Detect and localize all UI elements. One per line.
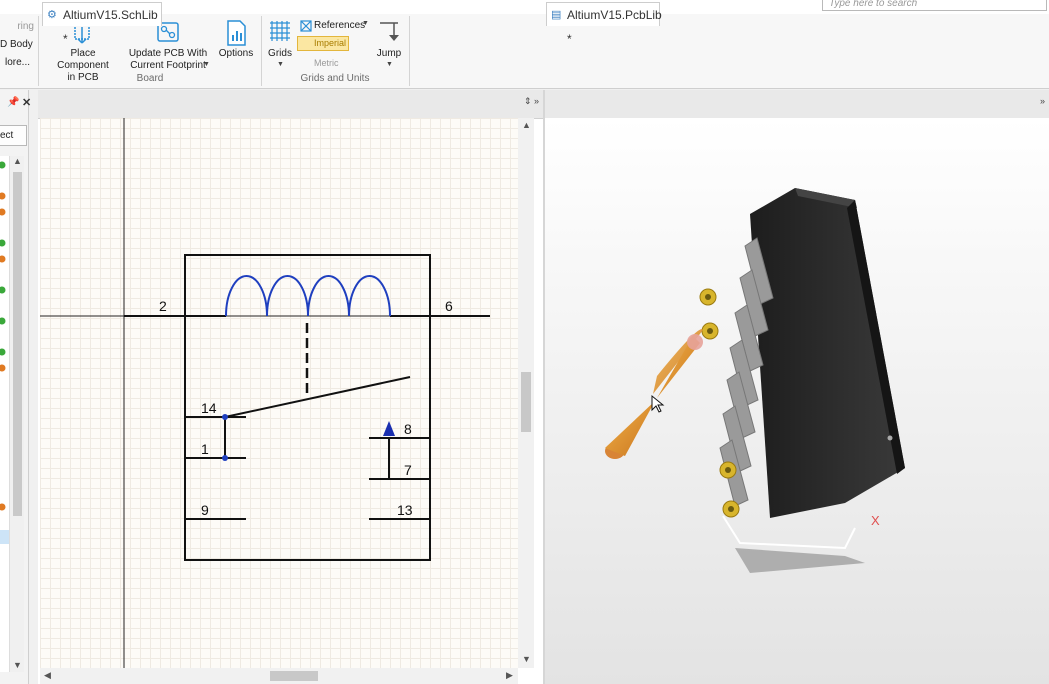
options-icon — [227, 20, 246, 46]
jump-icon — [380, 22, 399, 41]
tab-menu-icon[interactable]: » — [534, 96, 539, 106]
grids-button[interactable]: Grids ▼ — [264, 16, 296, 74]
contact-arm — [224, 376, 411, 418]
junction-dot — [222, 414, 228, 420]
group-label-board: Board — [136, 73, 164, 84]
pin-number-7: 7 — [404, 462, 412, 478]
pin-number-1: 1 — [201, 441, 209, 457]
pin-number-9: 9 — [201, 502, 209, 518]
junction-dot — [222, 455, 228, 461]
update-pcb-label: Update PCB With Current Footprint — [128, 48, 208, 71]
scroll-thumb[interactable] — [13, 172, 22, 516]
shadow — [735, 548, 865, 573]
select-button[interactable]: ect — [0, 125, 27, 146]
tab-pcblib[interactable]: ▤ AltiumV15.PcbLib * — [546, 2, 662, 46]
axis-cone-lower-shaft — [605, 401, 655, 456]
pin-number-13: 13 — [397, 502, 413, 518]
axis-label-x: X — [871, 513, 880, 528]
ribbon-separator — [261, 16, 262, 86]
imperial-toggle[interactable]: Imperial — [297, 36, 349, 51]
panel-header: 📌 ✕ — [0, 97, 36, 111]
relay-symbol — [40, 118, 490, 668]
sch-tabbar — [38, 90, 543, 119]
metric-toggle[interactable]: Metric — [314, 57, 339, 69]
grids-label: Grids — [268, 48, 292, 59]
scroll-down-icon[interactable]: ▼ — [522, 654, 531, 664]
tab-scroll-icon[interactable]: ⇕ — [524, 96, 532, 107]
cursor-icon — [651, 394, 665, 413]
tab-menu-icon[interactable]: » — [1040, 96, 1045, 106]
pin-icon[interactable]: 📌 — [7, 97, 19, 108]
search-input[interactable]: Type here to search — [822, 0, 1047, 11]
axis-cone-tip — [687, 334, 703, 350]
ribbon-separator — [38, 16, 39, 86]
coil — [225, 275, 391, 317]
ribbon-item-partial-1[interactable]: ring — [0, 21, 34, 33]
schematic-canvas[interactable]: 2 6 14 1 8 7 9 13 — [40, 118, 518, 668]
dropdown-arrow-icon: ▼ — [203, 61, 210, 68]
list-panel — [0, 156, 10, 672]
scroll-right-icon[interactable]: ▶ — [506, 670, 513, 681]
pin1-marker — [887, 435, 893, 441]
options-label: Options — [218, 48, 254, 59]
scroll-down-icon[interactable]: ▼ — [13, 660, 22, 670]
references-label: References — [314, 20, 366, 31]
scroll-up-icon[interactable]: ▲ — [522, 120, 531, 130]
group-label-grids-units: Grids and Units — [300, 73, 370, 84]
options-button[interactable]: Options — [214, 16, 258, 74]
schematic-horizontal-scrollbar[interactable]: ◀ ▶ — [40, 668, 518, 684]
scroll-left-icon[interactable]: ◀ — [44, 670, 51, 681]
dropdown-arrow-icon: ▼ — [362, 20, 369, 27]
pin-number-6: 6 — [445, 298, 453, 314]
jump-label: Jump — [376, 48, 402, 59]
jump-button[interactable]: Jump ▼ — [372, 16, 406, 74]
scroll-up-icon[interactable]: ▲ — [13, 156, 22, 166]
tab-schlib[interactable]: ⚙ AltiumV15.SchLib * — [42, 2, 162, 46]
scroll-thumb[interactable] — [521, 372, 531, 432]
pcblib-file-icon: ▤ — [551, 9, 562, 21]
pin-number-2: 2 — [159, 298, 167, 314]
ribbon-item-partial-2[interactable]: D Body — [0, 39, 33, 51]
pin-number-14: 14 — [201, 400, 217, 416]
dropdown-arrow-icon: ▼ — [386, 61, 393, 68]
ribbon-item-partial-3[interactable]: lore... — [0, 57, 30, 69]
footprint-outline — [722, 515, 856, 550]
pin-number-8: 8 — [404, 421, 412, 437]
pcb-tabbar — [545, 90, 1049, 119]
dropdown-arrow-icon: ▼ — [277, 61, 284, 68]
pcb-3d-view[interactable]: X — [545, 118, 1049, 684]
close-icon[interactable]: ✕ — [22, 96, 31, 109]
grids-icon — [270, 21, 290, 41]
scroll-thumb[interactable] — [270, 671, 318, 681]
status-icons — [0, 161, 9, 544]
dip-package-3d — [605, 188, 905, 573]
pin-8-arrow — [383, 421, 395, 436]
references-icon — [300, 20, 312, 32]
references-button[interactable]: References ▼ — [298, 18, 370, 33]
schlib-file-icon: ⚙ — [47, 9, 57, 21]
ribbon-separator — [409, 16, 410, 86]
panel-scrollbar[interactable]: ▲ ▼ — [10, 156, 24, 672]
schematic-vertical-scrollbar[interactable]: ▲ ▼ — [518, 118, 534, 668]
